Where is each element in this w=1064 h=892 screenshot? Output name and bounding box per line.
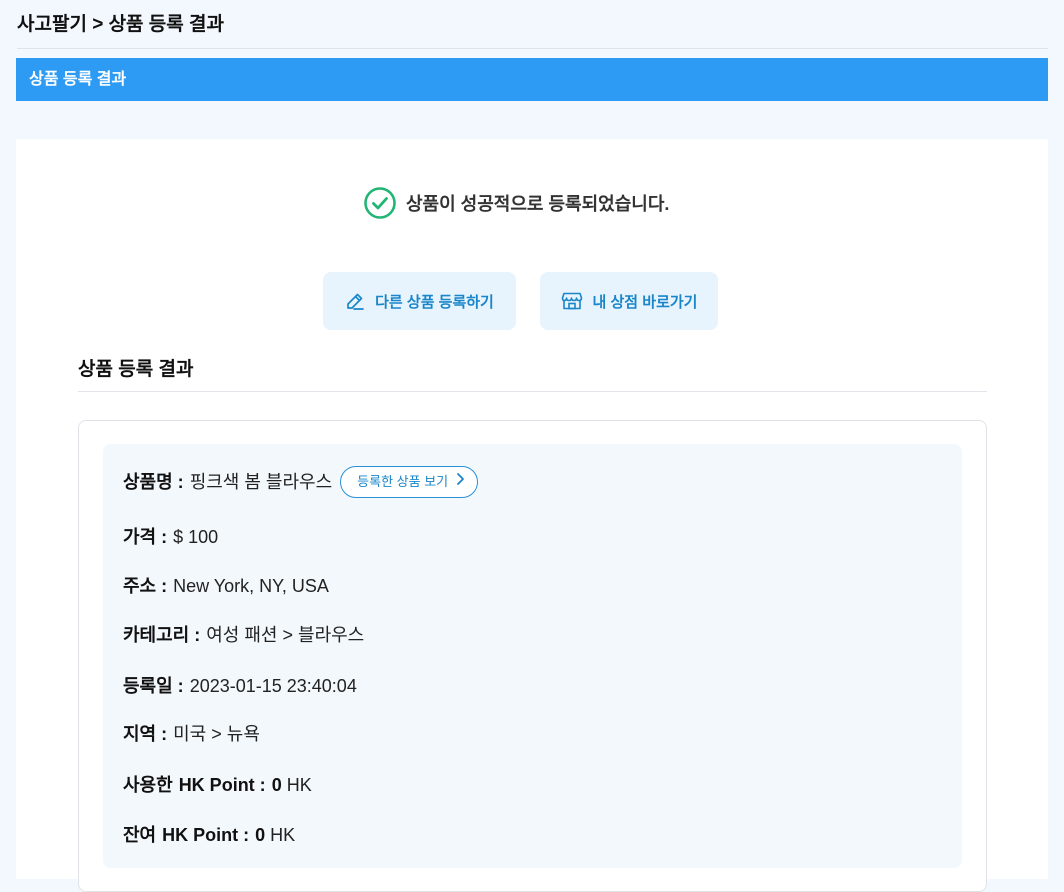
detail-row-price: 가격 : $ 100 (123, 522, 218, 552)
chevron-right-icon (456, 467, 465, 497)
detail-row-balance: 잔여 HK Point : 0 HK (123, 820, 295, 850)
detail-label: 사용한 (123, 775, 173, 795)
detail-value: 0 (255, 825, 266, 845)
detail-label: 주소 : (123, 576, 168, 596)
page-title-bar: 상품 등록 결과 (16, 58, 1048, 101)
detail-row-date: 등록일 : 2023-01-15 23:40:04 (123, 671, 357, 701)
detail-value: 2023-01-15 23:40:04 (189, 676, 357, 696)
detail-value: 0 (271, 775, 282, 795)
detail-label: 지역 : (123, 724, 168, 744)
detail-label: HK Point : (178, 775, 266, 795)
detail-value: $ 100 (173, 527, 219, 547)
detail-row-name: 상품명 : 핑크색 봄 블라우스 등록한 상품 보기 (123, 466, 479, 498)
page-title: 상품 등록 결과 (29, 71, 127, 88)
go-store-button[interactable]: 내 상점 바로가기 (540, 272, 718, 330)
detail-row-address: 주소 : New York, NY, USA (123, 571, 329, 601)
detail-panel (103, 444, 962, 868)
section-title: 상품 등록 결과 (78, 359, 194, 380)
detail-label: 상품명 : (123, 472, 184, 492)
check-circle-icon (363, 186, 397, 220)
store-icon (561, 291, 583, 311)
divider (17, 48, 1048, 49)
register-another-button[interactable]: 다른 상품 등록하기 (323, 272, 516, 330)
pencil-icon (345, 291, 365, 311)
detail-unit: HK (270, 825, 296, 845)
go-store-label: 내 상점 바로가기 (592, 293, 698, 311)
detail-value: 핑크색 봄 블라우스 (189, 472, 333, 492)
success-message: 상품이 성공적으로 등록되었습니다. (406, 193, 670, 214)
detail-value: 미국 > 뉴욕 (173, 724, 260, 744)
register-another-label: 다른 상품 등록하기 (375, 293, 494, 311)
detail-value: 여성 패션 > 블라우스 (206, 625, 365, 645)
detail-row-category: 카테고리 : 여성 패션 > 블라우스 (123, 620, 364, 650)
detail-label: 가격 : (123, 527, 168, 547)
detail-label: HK Point : (162, 825, 250, 845)
success-banner: 상품이 성공적으로 등록되었습니다. (363, 186, 669, 219)
view-item-button[interactable]: 등록한 상품 보기 (340, 466, 479, 498)
detail-label: 카테고리 : (123, 625, 201, 645)
view-item-label: 등록한 상품 보기 (357, 474, 449, 489)
detail-value: New York, NY, USA (173, 576, 329, 596)
breadcrumb: 사고팔기 > 상품 등록 결과 (17, 14, 225, 35)
detail-row-region: 지역 : 미국 > 뉴욕 (123, 719, 260, 749)
detail-label: 등록일 : (123, 676, 184, 696)
detail-unit: HK (286, 775, 312, 795)
detail-label: 잔여 (123, 825, 157, 845)
section-divider (78, 391, 987, 392)
detail-row-used-point: 사용한 HK Point : 0 HK (123, 770, 312, 800)
